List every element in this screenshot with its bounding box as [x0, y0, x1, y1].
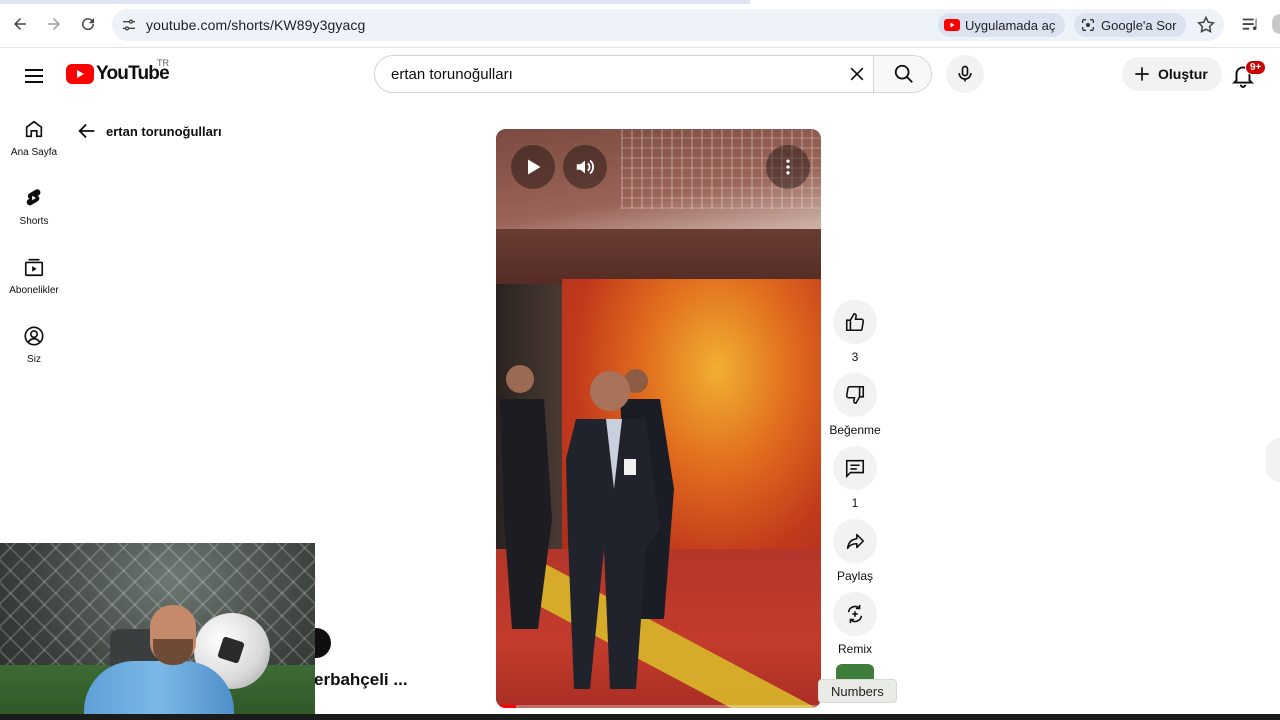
back-nav-button[interactable]	[8, 12, 32, 36]
search-icon	[894, 64, 913, 83]
tab-strip-edge	[0, 0, 750, 4]
remix-action: Remix	[832, 592, 878, 656]
profile-avatar-partial[interactable]	[1272, 14, 1280, 34]
open-in-app-label: Uygulamada aç	[965, 17, 1056, 33]
remix-icon	[847, 604, 863, 624]
browser-toolbar: youtube.com/shorts/KW89y3gyacg Uygulamad…	[0, 0, 1280, 48]
guide-label-home: Ana Sayfa	[10, 147, 58, 158]
video-person-figure	[566, 371, 660, 689]
tune-icon	[123, 19, 135, 31]
voice-search-button[interactable]	[946, 55, 984, 93]
arrow-right-icon	[48, 18, 60, 30]
comment-icon	[845, 459, 865, 479]
reading-list-icon[interactable]	[1240, 14, 1262, 36]
comments-button[interactable]	[833, 446, 877, 490]
thumbs-down-icon	[845, 385, 865, 405]
comments-action: 1	[832, 446, 878, 510]
dislike-action: Beğenme	[829, 373, 881, 437]
shorts-video-player[interactable]	[496, 129, 821, 708]
guide-item-you[interactable]: Siz	[0, 311, 68, 375]
more-vert-icon	[786, 159, 790, 175]
url-text: youtube.com/shorts/KW89y3gyacg	[146, 17, 366, 33]
address-bar[interactable]: youtube.com/shorts/KW89y3gyacg Uygulamad…	[112, 9, 1224, 41]
search-box: ertan torunoğulları	[374, 55, 932, 93]
back-to-search-link[interactable]: ertan torunoğulları	[76, 120, 222, 142]
remix-button[interactable]	[833, 592, 877, 636]
guide-item-shorts[interactable]: Shorts	[0, 173, 68, 237]
youtube-play-icon	[66, 64, 94, 84]
ask-google-label: Google'a Sor	[1101, 17, 1177, 33]
share-button[interactable]	[833, 519, 877, 563]
bookmark-star-icon[interactable]	[1196, 15, 1216, 35]
open-in-app-chip[interactable]: Uygulamada aç	[938, 13, 1066, 37]
create-button[interactable]: Oluştur	[1122, 57, 1222, 91]
guide-label-you: Siz	[27, 354, 41, 365]
notification-badge: 9+	[1245, 60, 1267, 75]
youtube-masthead: YouTube TR ertan torunoğulları Oluştur 9…	[0, 48, 1280, 104]
reload-button[interactable]	[76, 12, 100, 36]
home-icon	[25, 120, 43, 138]
dislike-label: Beğenme	[829, 423, 881, 437]
guide-item-home[interactable]: Ana Sayfa	[0, 104, 68, 168]
webcam-overlay	[0, 543, 315, 720]
site-info-button[interactable]	[118, 14, 140, 36]
play-icon	[528, 159, 541, 175]
reload-icon	[82, 18, 95, 31]
play-button[interactable]	[511, 145, 555, 189]
remix-label: Remix	[837, 642, 872, 656]
like-action: 3	[832, 300, 878, 364]
clear-search-icon[interactable]	[847, 64, 867, 84]
forward-nav-button[interactable]	[42, 12, 66, 36]
search-button[interactable]	[873, 56, 931, 92]
subscriptions-icon	[24, 258, 44, 277]
guide-label-subscriptions: Abonelikler	[9, 285, 59, 296]
comment-count: 1	[851, 496, 859, 510]
search-query: ertan torunoğulları	[391, 66, 513, 83]
country-code: TR	[157, 58, 169, 68]
volume-button[interactable]	[563, 145, 607, 189]
microphone-icon	[958, 65, 972, 82]
video-person-figure	[500, 365, 552, 629]
shorts-icon	[26, 189, 41, 206]
arrow-left-icon	[14, 18, 26, 30]
guide-label-shorts: Shorts	[19, 216, 49, 227]
dislike-button[interactable]	[833, 373, 877, 417]
page: youtube.com/shorts/KW89y3gyacg Uygulamad…	[0, 0, 1280, 720]
partial-video-title[interactable]: erbahçeli ...	[314, 670, 408, 690]
search-input[interactable]: ertan torunoğulları	[375, 56, 873, 92]
profile-icon	[24, 326, 44, 346]
share-label: Paylaş	[836, 569, 874, 583]
volume-icon	[576, 159, 594, 175]
person-shirt	[84, 661, 234, 720]
plus-icon	[1135, 67, 1149, 81]
arrow-left-icon	[78, 123, 95, 139]
video-progress-bar[interactable]	[496, 705, 821, 708]
google-lens-icon	[1082, 19, 1094, 31]
menu-icon[interactable]	[22, 64, 46, 88]
app-tooltip: Numbers	[818, 679, 897, 703]
more-options-button[interactable]	[766, 145, 810, 189]
guide-item-subscriptions[interactable]: Abonelikler	[0, 242, 68, 306]
like-count: 3	[851, 350, 859, 364]
back-title: ertan torunoğulları	[106, 123, 222, 139]
youtube-logo[interactable]: YouTube TR	[66, 58, 170, 86]
next-video-button[interactable]	[1266, 438, 1280, 482]
create-label: Oluştur	[1158, 66, 1208, 82]
ask-google-chip[interactable]: Google'a Sor	[1074, 13, 1187, 37]
share-icon	[846, 533, 865, 550]
share-action: Paylaş	[832, 519, 878, 583]
youtube-icon	[944, 19, 960, 31]
bottom-edge	[0, 714, 1280, 720]
thumbs-up-icon	[845, 312, 865, 332]
like-button[interactable]	[833, 300, 877, 344]
